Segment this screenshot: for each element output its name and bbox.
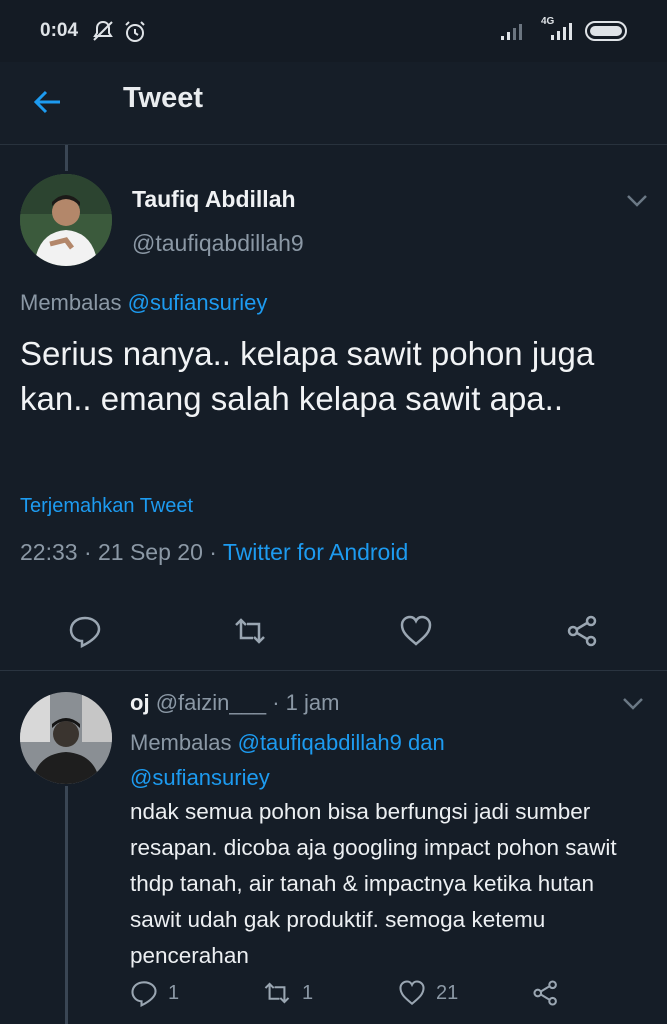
thread-line [65,145,68,171]
chevron-down-icon[interactable] [626,194,648,208]
timestamp: 22:33 · 21 Sep 20 · [20,539,223,565]
author-handle[interactable]: @taufiqabdillah9 [132,230,304,257]
reply-author-avatar[interactable] [20,692,112,784]
like-count: 21 [436,981,459,1004]
reply-count: 1 [168,981,180,1004]
retweet-icon [264,982,290,1004]
reply-reply-button[interactable]: 1 [130,978,179,1008]
reply-author-handle[interactable]: @faizin___ [156,690,266,715]
battery-icon [585,21,627,41]
tweet-actions [0,606,667,656]
reply-retweet-button[interactable]: 1 [262,978,313,1008]
share-icon [533,980,557,1006]
app-bar: Tweet [0,62,667,145]
retweet-icon[interactable] [233,614,267,648]
replying-joiner: dan [407,730,445,755]
reply-header: oj @faizin___ · 1 jam [130,690,339,716]
replying-prefix: Membalas [20,290,122,315]
author-avatar[interactable] [20,174,112,266]
translate-link[interactable]: Terjemahkan Tweet [20,495,193,518]
reply-replying-to: Membalas @taufiqabdillah9 dan @sufiansur… [130,725,630,795]
status-time: 0:04 [40,20,79,41]
page-title: Tweet [123,82,204,114]
reply-time: · 1 jam [266,690,340,715]
like-icon[interactable] [399,614,433,648]
replying-to: Membalas @sufiansuriey [20,290,267,316]
mention-link[interactable]: @sufiansuriey [128,290,268,315]
mention-link[interactable]: @sufiansuriey [130,765,270,790]
mention-link[interactable]: @taufiqabdillah9 [238,730,402,755]
signal-icon [501,24,522,40]
reply-share-button[interactable] [532,978,560,1008]
avatar-photo-icon [20,692,112,784]
divider [0,670,667,671]
back-arrow-icon[interactable] [30,84,66,120]
alarm-icon [125,21,145,42]
reply-like-button[interactable]: 21 [398,978,458,1008]
reply-icon[interactable] [68,614,102,648]
author-name[interactable]: Taufiq Abdillah [132,186,296,213]
reply-text: ndak semua pohon bisa berfungsi jadi sum… [130,799,617,968]
reply-actions: 1 1 21 [130,974,650,1014]
status-bar: 0:04 4G [0,0,667,62]
tweet-meta: 22:33 · 21 Sep 20 · Twitter for Android [20,539,408,566]
reply-icon [131,981,157,1007]
reply-author-name[interactable]: oj [130,690,150,715]
share-icon[interactable] [566,614,600,648]
retweet-count: 1 [302,981,314,1004]
tweet-text: Serius nanya.. kelapa sawit pohon juga k… [20,335,595,417]
signal-strong-icon [551,23,572,40]
like-icon [399,980,425,1006]
replying-prefix: Membalas [130,730,232,755]
avatar-photo-icon [20,174,112,266]
chevron-down-icon[interactable] [622,697,644,711]
source-link[interactable]: Twitter for Android [223,539,408,565]
thread-line [65,786,68,1024]
notifications-off-icon [93,20,113,41]
